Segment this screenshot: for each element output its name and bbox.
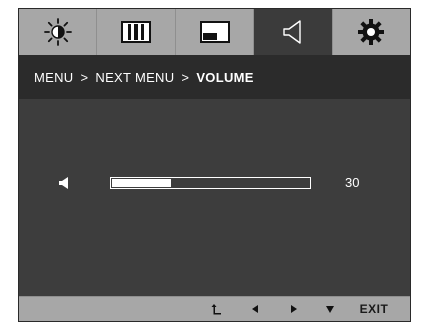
picture-icon bbox=[121, 21, 152, 43]
breadcrumb-current: VOLUME bbox=[196, 69, 254, 85]
breadcrumb: MENU > NEXT MENU > VOLUME bbox=[19, 55, 410, 99]
volume-panel: 30 bbox=[19, 99, 410, 299]
menu-tabs bbox=[19, 9, 410, 55]
breadcrumb-next-menu: NEXT MENU bbox=[95, 69, 175, 85]
triangle-down-icon bbox=[326, 305, 334, 313]
breadcrumb-separator: > bbox=[80, 69, 89, 85]
volume-slider[interactable] bbox=[110, 177, 311, 189]
sun-icon bbox=[43, 18, 72, 46]
exit-button[interactable]: EXIT bbox=[352, 297, 396, 321]
screen-icon bbox=[199, 21, 230, 43]
triangle-left-icon bbox=[251, 305, 258, 313]
tab-settings[interactable] bbox=[333, 9, 410, 55]
tab-picture[interactable] bbox=[97, 9, 176, 55]
right-button[interactable] bbox=[285, 297, 301, 321]
triangle-right-icon bbox=[290, 305, 297, 313]
return-icon bbox=[211, 304, 221, 315]
tab-brightness[interactable] bbox=[19, 9, 98, 55]
breadcrumb-separator: > bbox=[181, 69, 190, 85]
gear-icon bbox=[358, 19, 385, 45]
osd-menu: MENU > NEXT MENU > VOLUME 30 EXIT bbox=[18, 8, 411, 322]
breadcrumb-menu: MENU bbox=[34, 69, 74, 85]
down-button[interactable] bbox=[322, 297, 338, 321]
speaker-outline-icon bbox=[283, 20, 301, 44]
bottom-button-bar: EXIT bbox=[19, 296, 410, 321]
volume-value: 30 bbox=[345, 175, 360, 190]
left-button[interactable] bbox=[247, 297, 263, 321]
tab-color[interactable] bbox=[176, 9, 255, 55]
return-button[interactable] bbox=[207, 297, 227, 321]
tab-volume[interactable] bbox=[254, 9, 333, 55]
volume-slider-fill bbox=[112, 179, 171, 187]
speaker-icon bbox=[59, 177, 68, 189]
